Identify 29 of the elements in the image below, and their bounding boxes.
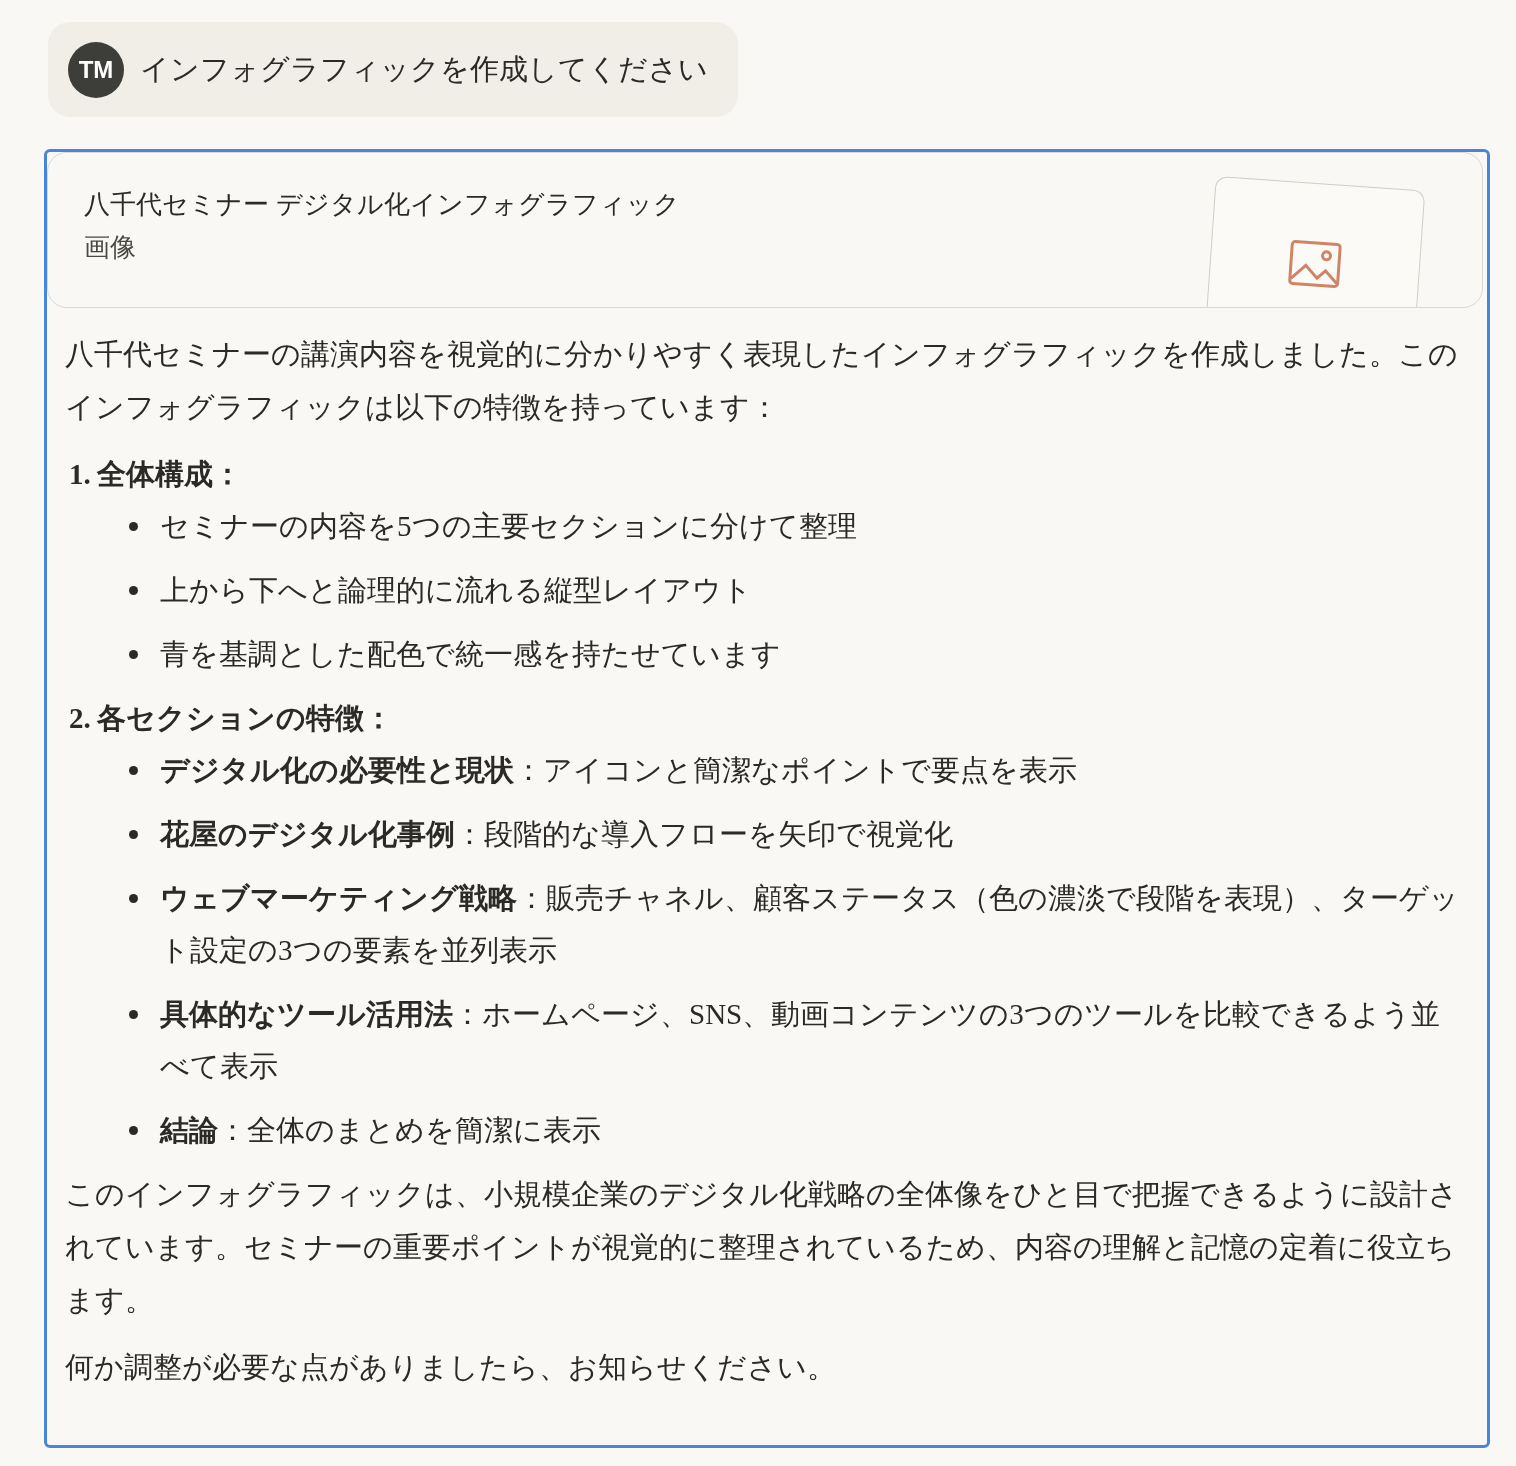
section-heading: 全体構成： (96, 457, 242, 492)
bullet-icon (129, 894, 138, 903)
user-avatar: TM (68, 41, 124, 98)
bullet-icon (129, 586, 138, 595)
image-icon (1286, 238, 1344, 290)
bullet-text: ウェブマーケティング戦略：販売チャネル、顧客ステータス（色の濃淡で段階を表現）、ターゲット設定の3つの要素を並列表示 (160, 881, 1460, 968)
bullet-text: 具体的なツール活用法：ホームページ、SNS、動画コンテンツの3つのツールを比較できるよう並べて表示 (160, 997, 1441, 1084)
bullet-text: 結論：全体のまとめを簡潔に表示 (160, 1113, 601, 1148)
bullet-text: 上から下へと論理的に流れる縦型レイアウト (160, 573, 752, 608)
artifact-type: 画像 (84, 231, 137, 264)
bullet-text: セミナーの内容を5つの主要セクションに分けて整理 (160, 509, 857, 544)
bullet-text: デジタル化の必要性と現状：アイコンと簡潔なポイントで要点を表示 (160, 753, 1077, 788)
bullet-icon (129, 1010, 138, 1019)
artifact-title: 八千代セミナー デジタル化インフォグラフィック (84, 188, 681, 221)
paragraph: 何か調整が必要な点がありましたら、お知らせください。 (65, 1350, 837, 1385)
intro-paragraph: 八千代セミナーの講演内容を視覚的に分かりやすく表現したインフォグラフィックを作成しました。このインフォグラフィックは以下の特徴を持っています： (65, 337, 1459, 425)
paragraph: このインフォグラフィックは、小規模企業のデジタル化戦略の全体像をひと目で把握できるように設計されています。セミナーの重要ポイントが視覚的に整理されているため、内容の理解と記憶の定着に役立ちます。 (65, 1177, 1459, 1318)
artifact-card[interactable]: 八千代セミナー デジタル化インフォグラフィック 画像 (47, 152, 1483, 308)
bullet-icon (129, 830, 138, 839)
list-number: 1. (69, 457, 91, 492)
list-number: 2. (69, 701, 91, 736)
user-message: インフォグラフィックを作成してください (140, 51, 708, 87)
bullet-icon (129, 650, 138, 659)
bullet-text: 青を基調とした配色で統一感を持たせています (160, 637, 781, 672)
bullet-icon (129, 766, 138, 775)
bullet-icon (129, 522, 138, 531)
bullet-icon (129, 1126, 138, 1135)
bullet-text: 花屋のデジタル化事例：段階的な導入フローを矢印で視覚化 (160, 817, 953, 852)
section-heading: 各セクションの特徴： (96, 701, 393, 736)
